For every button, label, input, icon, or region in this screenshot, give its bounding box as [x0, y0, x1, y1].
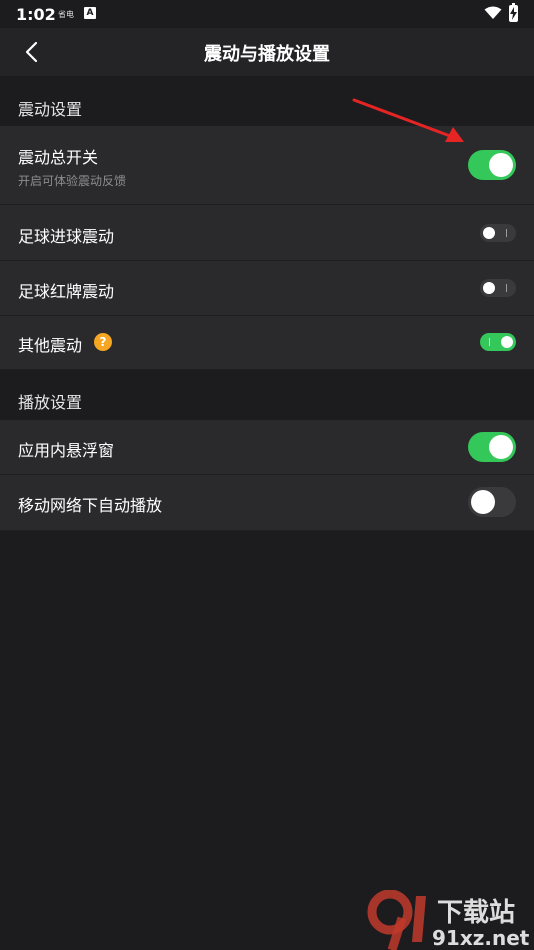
watermark-text: 下载站	[437, 898, 516, 928]
battery-icon	[509, 3, 518, 22]
row-label: 震动总开关	[18, 148, 99, 167]
autoplay-mobile-row[interactable]: 移动网络下自动播放	[0, 475, 534, 531]
status-bar: 1:02 省电 A	[0, 0, 534, 28]
goal-vibration-toggle[interactable]	[480, 224, 516, 242]
annotation-arrow	[352, 98, 464, 142]
section-title: 播放设置	[18, 393, 83, 412]
status-time: 1:02	[16, 5, 56, 24]
other-vibration-toggle[interactable]	[480, 333, 516, 351]
status-mini-icon: 省电	[58, 10, 74, 19]
row-label: 应用内悬浮窗	[18, 441, 115, 460]
top-bar: 震动与播放设置	[0, 28, 534, 76]
red-card-vibration-row[interactable]: 足球红牌震动	[0, 261, 534, 316]
row-label: 其他震动	[18, 336, 83, 355]
watermark-91-icon	[367, 890, 426, 950]
floating-window-row[interactable]: 应用内悬浮窗	[0, 420, 534, 475]
red-card-vibration-toggle[interactable]	[480, 279, 516, 297]
section-title: 震动设置	[18, 100, 83, 119]
watermark-url: 91xz.net	[432, 926, 530, 950]
row-label: 足球红牌震动	[18, 282, 115, 301]
other-vibration-row[interactable]: 其他震动 ?	[0, 316, 534, 370]
autoplay-mobile-toggle[interactable]	[468, 487, 516, 517]
page-title: 震动与播放设置	[204, 44, 330, 65]
floating-window-toggle[interactable]	[468, 432, 516, 462]
vibration-master-toggle[interactable]	[468, 150, 516, 180]
help-icon[interactable]: ?	[94, 333, 112, 351]
goal-vibration-row[interactable]: 足球进球震动	[0, 205, 534, 261]
row-label: 移动网络下自动播放	[18, 496, 163, 515]
row-label: 足球进球震动	[18, 227, 115, 246]
row-subtitle: 开启可体验震动反馈	[18, 174, 127, 188]
wifi-icon	[484, 6, 502, 19]
section-header-playback: 播放设置	[0, 370, 534, 420]
a-icon: A	[84, 7, 96, 19]
